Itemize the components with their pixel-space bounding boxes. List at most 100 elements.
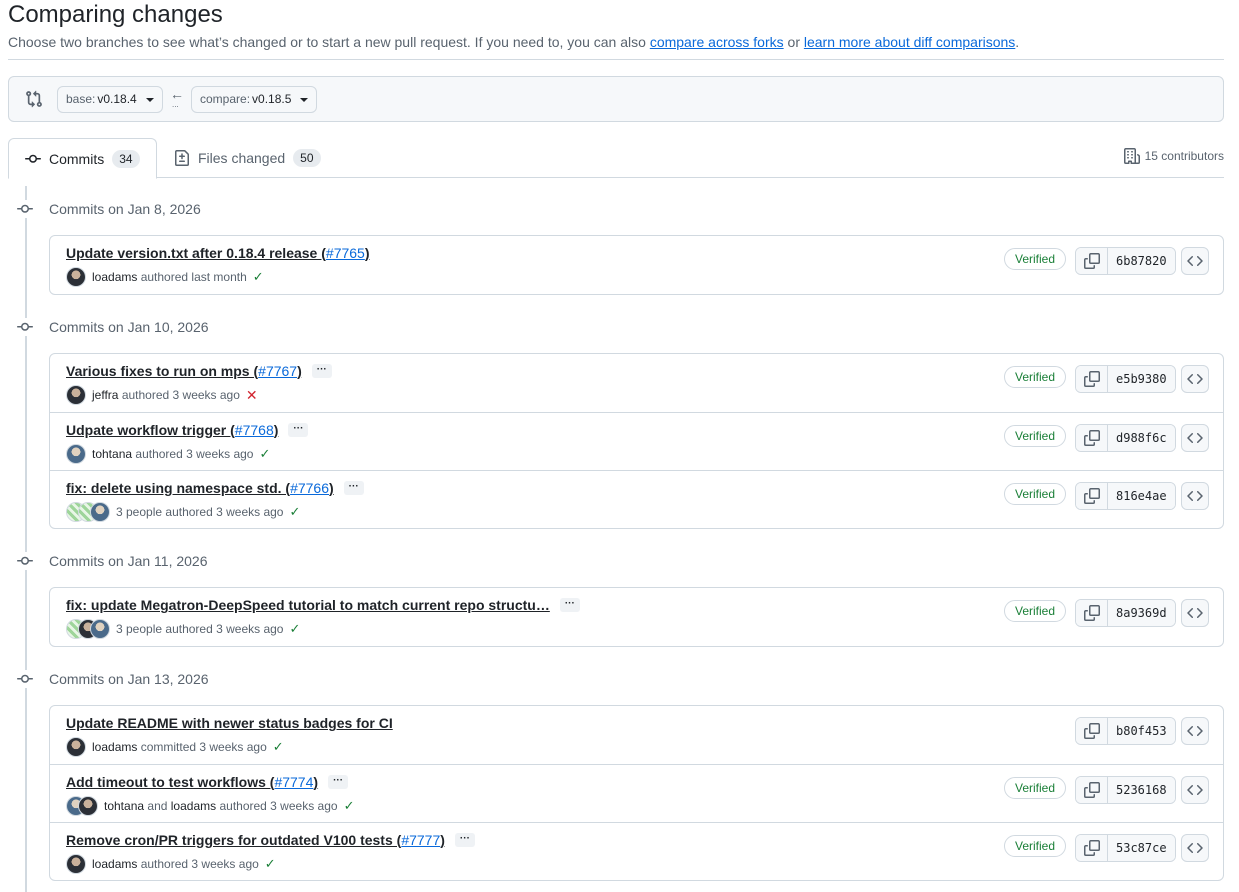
organization-icon [1123,148,1140,164]
copy-icon[interactable] [1076,483,1108,509]
avatar[interactable] [66,385,86,405]
code-icon[interactable] [1181,834,1209,862]
x-icon[interactable]: ✕ [246,387,258,404]
copy-icon[interactable] [1076,718,1108,744]
copy-icon[interactable] [1076,425,1108,451]
git-commit-icon [16,670,34,688]
contributors-count: 15 contributors [1144,149,1224,163]
expand-message-button[interactable]: ··· [288,423,309,437]
check-icon[interactable]: ✓ [265,856,276,872]
commit-sha-link[interactable]: 816e4ae [1108,483,1175,509]
code-icon[interactable] [1181,599,1209,627]
commit-message-link[interactable]: fix: update Megatron-DeepSpeed tutorial … [66,597,550,613]
pr-link[interactable]: #7768 [235,422,274,438]
commit-sha-link[interactable]: 53c87ce [1108,835,1175,861]
commits-counter: 34 [112,149,140,168]
compare-branch-select[interactable]: compare: v0.18.5 [191,86,318,113]
expand-message-button[interactable]: ··· [343,481,364,495]
verified-badge[interactable]: Verified [1004,600,1067,622]
commit-list: Various fixes to run on mps (#7767) ··· … [49,353,1224,529]
git-compare-icon [26,90,42,108]
base-branch-select[interactable]: base: v0.18.4 [57,86,163,113]
check-icon[interactable]: ✓ [259,446,270,462]
code-icon[interactable] [1181,776,1209,804]
code-icon[interactable] [1181,717,1209,745]
commit-sha-link[interactable]: 6b87820 [1108,248,1175,274]
commit-sha-link[interactable]: e5b9380 [1108,366,1175,392]
verified-badge[interactable]: Verified [1004,425,1067,447]
sha-button-group: 8a9369d [1075,599,1176,627]
code-icon[interactable] [1181,424,1209,452]
commit-sha-link[interactable]: b80f453 [1108,718,1175,744]
copy-icon[interactable] [1076,366,1108,392]
avatar[interactable] [78,796,98,816]
learn-diff-comparisons-link[interactable]: learn more about diff comparisons [804,34,1015,50]
tab-files-changed[interactable]: Files changed 50 [158,138,337,178]
verified-badge[interactable]: Verified [1004,248,1067,270]
commit-meta: 3 people authored 3 weeks ago ✓ [66,619,300,639]
avatar[interactable] [90,502,110,522]
commit-author[interactable]: tohtana [104,799,144,813]
contributors-link[interactable]: 15 contributors [1123,148,1224,164]
commit-sha-link[interactable]: d988f6c [1108,425,1175,451]
expand-message-button[interactable]: ··· [311,364,332,378]
commit-message-link[interactable]: Update version.txt after 0.18.4 release … [66,245,326,261]
check-icon[interactable]: ✓ [273,739,284,755]
expand-message-button[interactable]: ··· [328,775,349,789]
commit-sha-link[interactable]: 5236168 [1108,777,1175,803]
commit-message-link[interactable]: Various fixes to run on mps ( [66,363,258,379]
commit-message-link[interactable]: Add timeout to test workflows ( [66,774,274,790]
check-icon[interactable]: ✓ [289,621,300,637]
commit-message-link[interactable]: Udpate workflow trigger ( [66,422,235,438]
commit-message-link[interactable]: Update README with newer status badges f… [66,715,393,731]
commit-action: authored 3 weeks ago [165,622,284,636]
commit-author[interactable]: tohtana [92,447,132,461]
avatar[interactable] [66,267,86,287]
commit-meta: loadams authored last month ✓ [66,267,264,287]
commit-author[interactable]: 3 people [116,622,162,636]
pr-link[interactable]: #7767 [258,363,297,379]
verified-badge[interactable]: Verified [1004,366,1067,388]
pr-link[interactable]: #7777 [401,832,440,848]
copy-icon[interactable] [1076,777,1108,803]
commit-group-date: Commits on Jan 10, 2026 [49,319,209,335]
verified-badge[interactable]: Verified [1004,777,1067,799]
avatar[interactable] [66,854,86,874]
copy-icon[interactable] [1076,248,1108,274]
tab-commits[interactable]: Commits 34 [8,138,157,179]
verified-badge[interactable]: Verified [1004,835,1067,857]
avatar[interactable] [66,737,86,757]
copy-icon[interactable] [1076,835,1108,861]
commit-author[interactable]: 3 people [116,505,162,519]
commit-sha-link[interactable]: 8a9369d [1108,600,1175,626]
copy-icon[interactable] [1076,600,1108,626]
code-icon[interactable] [1181,482,1209,510]
commit-author[interactable]: jeffra [92,388,118,402]
commit-message-link[interactable]: Remove cron/PR triggers for outdated V10… [66,832,401,848]
avatar[interactable] [66,444,86,464]
code-icon[interactable] [1181,247,1209,275]
commit-meta: jeffra authored 3 weeks ago ✕ [66,385,258,405]
avatar[interactable] [90,619,110,639]
commit-author[interactable]: loadams [92,857,137,871]
pr-link[interactable]: #7765 [326,245,365,261]
pr-link[interactable]: #7766 [290,480,329,496]
commit-message-link[interactable]: fix: delete using namespace std. ( [66,480,290,496]
compare-across-forks-link[interactable]: compare across forks [650,34,784,50]
range-editor: base: v0.18.4 ← ... compare: v0.18.5 [8,76,1224,122]
check-icon[interactable]: ✓ [253,269,264,285]
commit-title: fix: delete using namespace std. (#7766)… [66,480,364,496]
commit-author[interactable]: loadams [92,270,137,284]
commit-author[interactable]: loadams [92,740,137,754]
expand-message-button[interactable]: ··· [559,598,580,612]
pr-link[interactable]: #7774 [274,774,313,790]
expand-message-button[interactable]: ··· [454,833,475,847]
commit-joiner: and [147,799,168,813]
verified-badge[interactable]: Verified [1004,483,1067,505]
files-counter: 50 [293,149,321,167]
code-icon[interactable] [1181,365,1209,393]
commit-coauthor[interactable]: loadams [171,799,216,813]
check-icon[interactable]: ✓ [289,504,300,520]
check-icon[interactable]: ✓ [344,798,355,814]
commit-action: authored 3 weeks ago [140,857,259,871]
